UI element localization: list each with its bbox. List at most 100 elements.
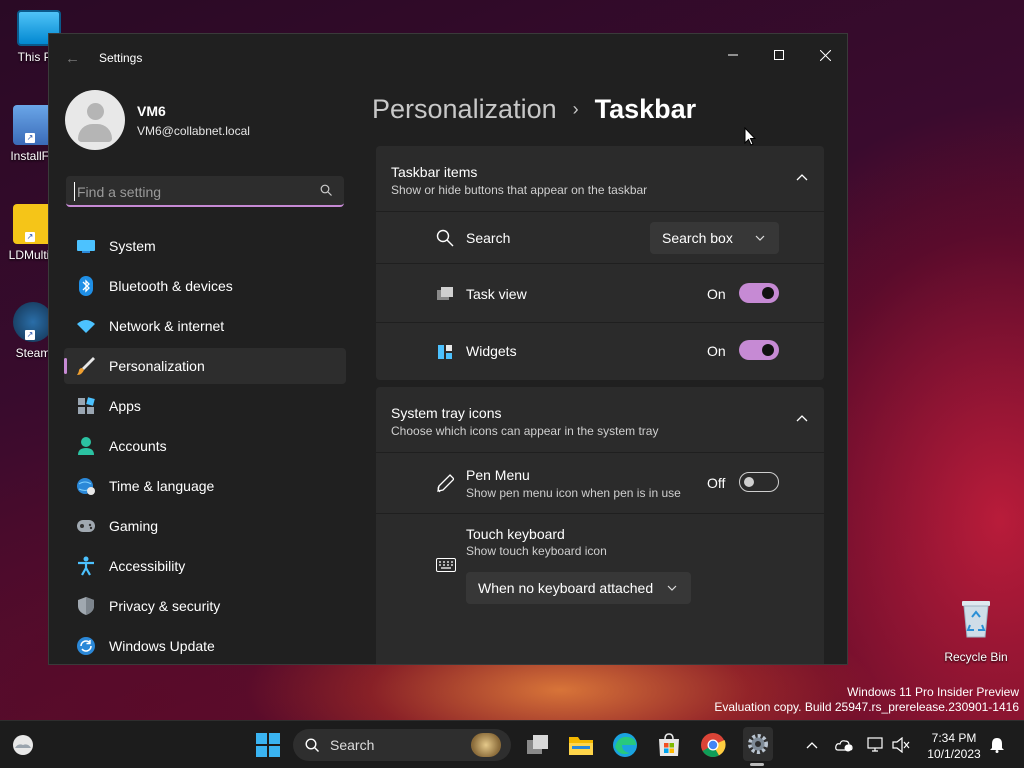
search-icon — [436, 229, 454, 247]
avatar — [65, 90, 125, 150]
edge-button[interactable] — [611, 731, 639, 759]
file-explorer-button[interactable] — [567, 731, 595, 759]
shortcut-arrow-icon: ↗ — [25, 133, 35, 143]
section-subtitle: Choose which icons can appear in the sys… — [391, 424, 659, 438]
store-button[interactable] — [655, 731, 683, 759]
title-bar[interactable]: ← Settings — [49, 34, 847, 80]
monitor-icon — [76, 236, 96, 256]
widgets-toggle[interactable] — [739, 340, 779, 360]
sidebar-item-label: Gaming — [109, 518, 159, 534]
keyboard-icon — [436, 556, 456, 574]
cloud-info-icon — [835, 740, 853, 752]
find-setting-input[interactable] — [74, 182, 304, 201]
widgets-icon — [436, 343, 454, 361]
globe-clock-icon — [76, 476, 96, 496]
sidebar-item-label: Privacy & security — [109, 598, 221, 614]
touch-keyboard-dropdown[interactable]: When no keyboard attached — [466, 572, 691, 604]
breadcrumb: Personalization › Taskbar — [372, 94, 696, 125]
steam-icon: ↗ — [13, 302, 53, 342]
pen-menu-toggle[interactable] — [739, 472, 779, 492]
nav-list: System Bluetooth & devices Network & int… — [64, 228, 346, 664]
task-view-button[interactable] — [524, 731, 552, 759]
recycle-bin[interactable]: Recycle Bin — [943, 597, 1009, 664]
dropdown-value: When no keyboard attached — [478, 580, 654, 596]
search-icon — [305, 738, 319, 752]
sidebar-item-accessibility[interactable]: Accessibility — [64, 548, 346, 584]
taskbar-search-label: Search — [330, 737, 375, 753]
weather-widget-icon[interactable] — [10, 733, 36, 757]
start-button[interactable] — [254, 731, 282, 759]
clock-time: 7:34 PM — [931, 731, 977, 745]
sidebar-item-label: Accessibility — [109, 558, 186, 574]
sidebar-item-system[interactable]: System — [64, 228, 346, 264]
watermark-line-2: Evaluation copy. Build 25947.rs_prerelea… — [714, 700, 1019, 714]
search-icon — [320, 184, 332, 196]
taskbar-items-header[interactable]: Taskbar items Show or hide buttons that … — [376, 146, 824, 212]
shield-icon — [76, 596, 96, 616]
desktop-icon-label: Steam — [15, 346, 51, 360]
sidebar-item-label: Bluetooth & devices — [109, 278, 233, 294]
sidebar-item-accounts[interactable]: Accounts — [64, 428, 346, 464]
taskbar-search[interactable]: Search — [293, 729, 511, 761]
sidebar-item-bluetooth[interactable]: Bluetooth & devices — [64, 268, 346, 304]
task-view-toggle[interactable] — [739, 283, 779, 303]
chevron-up-icon[interactable] — [796, 413, 808, 425]
maximize-button[interactable] — [756, 40, 802, 70]
setting-row-task-view: Task view On — [376, 264, 824, 323]
taskbar: Search 7:34 PM 10/1/2023 — [0, 720, 1024, 768]
profile-email: VM6@collabnet.local — [137, 123, 250, 138]
sidebar-item-apps[interactable]: Apps — [64, 388, 346, 424]
folder-icon — [569, 737, 593, 755]
clock[interactable]: 7:34 PM 10/1/2023 — [919, 730, 989, 762]
windows-logo-icon — [256, 733, 280, 757]
onedrive-tray-button[interactable] — [835, 736, 853, 754]
chevron-down-icon — [667, 585, 677, 591]
volume-tray-button[interactable] — [892, 736, 910, 754]
person-icon — [76, 436, 96, 456]
sidebar-item-gaming[interactable]: Gaming — [64, 508, 346, 544]
recycle-bin-label: Recycle Bin — [944, 650, 1008, 664]
active-app-indicator — [750, 763, 764, 766]
show-hidden-icons-button[interactable] — [803, 736, 821, 754]
recycle-bin-icon — [962, 601, 990, 638]
sidebar-item-windows-update[interactable]: Windows Update — [64, 628, 346, 664]
sidebar-item-label: Time & language — [109, 478, 215, 494]
setting-label: Pen Menu — [466, 467, 530, 483]
store-icon — [659, 733, 679, 756]
section-title: System tray icons — [391, 405, 502, 421]
user-profile[interactable]: VM6 VM6@collabnet.local — [65, 90, 250, 150]
setting-row-touch-keyboard: Touch keyboard Show touch keyboard icon … — [376, 514, 824, 618]
main-content: Personalization › Taskbar Taskbar items … — [359, 80, 847, 664]
gamepad-icon — [76, 516, 96, 536]
find-setting-box[interactable] — [66, 176, 344, 207]
notifications-button[interactable] — [988, 736, 1006, 754]
clock-date: 10/1/2023 — [927, 747, 981, 761]
task-view-icon — [527, 735, 548, 754]
pen-icon — [436, 474, 454, 493]
sidebar-item-label: Apps — [109, 398, 141, 414]
close-button[interactable] — [802, 40, 847, 70]
system-tray-header[interactable]: System tray icons Choose which icons can… — [376, 387, 824, 453]
settings-taskbar-button[interactable] — [743, 727, 773, 761]
sidebar-item-personalization[interactable]: Personalization — [64, 348, 346, 384]
sidebar-item-network[interactable]: Network & internet — [64, 308, 346, 344]
breadcrumb-parent[interactable]: Personalization — [372, 94, 557, 125]
edge-icon — [613, 733, 637, 757]
sidebar-item-privacy-security[interactable]: Privacy & security — [64, 588, 346, 624]
chevron-up-icon[interactable] — [796, 172, 808, 184]
sidebar-item-time-language[interactable]: Time & language — [64, 468, 346, 504]
network-tray-button[interactable] — [867, 736, 885, 754]
back-arrow-icon[interactable]: ← — [65, 50, 80, 67]
setting-label: Touch keyboard — [466, 526, 565, 542]
sidebar: VM6 VM6@collabnet.local System Bluetooth… — [49, 80, 359, 664]
ldplayer-icon: ↗ — [13, 204, 53, 244]
taskbar-items-section: Taskbar items Show or hide buttons that … — [376, 146, 824, 380]
minimize-button[interactable] — [710, 40, 756, 70]
chrome-button[interactable] — [699, 731, 727, 759]
accessibility-icon — [76, 556, 96, 576]
search-mode-dropdown[interactable]: Search box — [650, 222, 779, 254]
network-icon — [867, 737, 883, 752]
apps-icon — [76, 396, 96, 416]
task-view-icon — [436, 285, 454, 303]
profile-name: VM6 — [137, 102, 166, 119]
